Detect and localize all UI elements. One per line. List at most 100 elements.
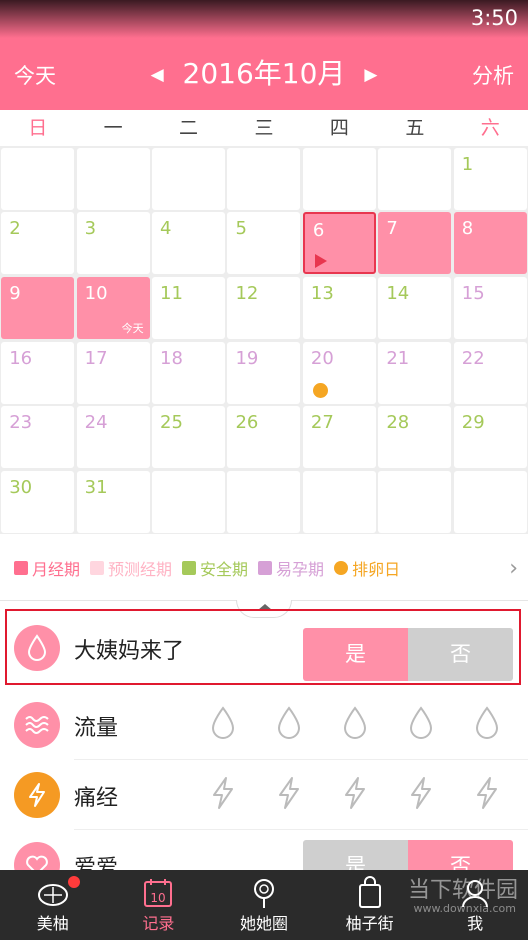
calendar-grid: 1 2 3 4 5 6 7 8 9 10 今天 11 12 13 14 15 16 17 18 19 20 21 22 23 2… bbox=[0, 146, 528, 534]
calendar-day-21[interactable]: 21 bbox=[378, 341, 452, 404]
day-number: 1 bbox=[461, 153, 474, 175]
lightning-outline-icon[interactable] bbox=[342, 776, 368, 814]
day-number: 16 bbox=[9, 347, 33, 369]
drop-outline-icon[interactable] bbox=[474, 706, 500, 744]
calendar-day-30[interactable]: 30 bbox=[1, 471, 75, 533]
calendar-day-25[interactable]: 25 bbox=[152, 406, 226, 469]
calendar-day-28[interactable]: 28 bbox=[378, 406, 452, 469]
calendar-empty-cell bbox=[152, 147, 226, 210]
lollipop-icon bbox=[247, 876, 281, 910]
tab-calendar[interactable]: 10 记录 bbox=[106, 870, 212, 940]
calendar-day-2[interactable]: 2 bbox=[1, 212, 75, 275]
day-number: 30 bbox=[9, 477, 33, 498]
calendar-day-15[interactable]: 15 bbox=[453, 276, 527, 339]
day-number: 4 bbox=[160, 218, 172, 240]
waves-icon bbox=[14, 702, 60, 748]
lightning-outline-icon[interactable] bbox=[408, 776, 434, 814]
legend-label: 月经期 bbox=[32, 560, 81, 579]
day-number: 9 bbox=[9, 282, 21, 304]
day-number: 7 bbox=[386, 218, 398, 240]
calendar-day-26[interactable]: 26 bbox=[227, 406, 301, 469]
day-number: 11 bbox=[160, 282, 183, 304]
calendar-icon: 10 bbox=[141, 876, 175, 910]
prev-month-icon[interactable]: ◀ bbox=[151, 65, 164, 85]
calendar-day-31[interactable]: 31 bbox=[76, 471, 150, 533]
calendar-day-23[interactable]: 23 bbox=[1, 406, 75, 469]
highlight-box bbox=[5, 609, 521, 685]
calendar-day-13[interactable]: 13 bbox=[302, 276, 376, 339]
day-number: 17 bbox=[84, 347, 108, 369]
month-title: 2016年10月 bbox=[182, 57, 346, 90]
calendar-day-14[interactable]: 14 bbox=[378, 276, 452, 339]
calendar-day-11[interactable]: 11 bbox=[152, 276, 226, 339]
calendar-day-9[interactable]: 9 bbox=[1, 276, 75, 339]
calendar-day-17[interactable]: 17 bbox=[76, 341, 150, 404]
lightning-outline-icon[interactable] bbox=[210, 776, 236, 814]
calendar-empty-cell bbox=[302, 147, 376, 210]
chevron-right-icon[interactable]: › bbox=[509, 556, 518, 581]
weekday-label: 五 bbox=[405, 117, 425, 139]
day-number: 14 bbox=[386, 282, 410, 304]
pain-levels bbox=[190, 760, 520, 830]
period-start-icon bbox=[314, 254, 327, 269]
legend-swatch bbox=[258, 561, 273, 575]
drop-outline-icon[interactable] bbox=[342, 706, 368, 744]
calendar-day-19[interactable]: 19 bbox=[227, 341, 301, 404]
day-number: 31 bbox=[84, 477, 108, 498]
tab-meiyou[interactable]: 美柚 bbox=[0, 870, 106, 940]
calendar-empty-cell bbox=[227, 147, 301, 210]
tab-label: 她她圈 bbox=[239, 914, 288, 933]
legend-label: 预测经期 bbox=[108, 560, 173, 579]
legend-item: 易孕期 bbox=[258, 556, 324, 580]
tab-shopping-bag[interactable]: 柚子街 bbox=[317, 870, 423, 940]
weekday-header: 日一二三四五六 bbox=[0, 110, 528, 146]
drop-outline-icon[interactable] bbox=[276, 706, 302, 744]
drop-outline-icon[interactable] bbox=[210, 706, 236, 744]
calendar-day-16[interactable]: 16 bbox=[1, 341, 75, 404]
calendar-day-4[interactable]: 4 bbox=[152, 212, 226, 275]
day-number: 25 bbox=[160, 412, 183, 434]
status-time: 3:50 bbox=[470, 6, 518, 30]
drop-outline-icon[interactable] bbox=[408, 706, 434, 744]
calendar-day-10[interactable]: 10 今天 bbox=[76, 276, 150, 339]
day-number: 21 bbox=[386, 347, 410, 369]
tab-lollipop[interactable]: 她她圈 bbox=[211, 870, 317, 940]
analysis-button[interactable]: 分析 bbox=[472, 60, 514, 90]
day-number: 28 bbox=[386, 412, 410, 434]
tab-label: 柚子街 bbox=[345, 914, 394, 933]
calendar-day-29[interactable]: 29 bbox=[453, 406, 527, 469]
calendar-day-6[interactable]: 6 bbox=[302, 212, 376, 275]
lightning-outline-icon[interactable] bbox=[474, 776, 500, 814]
flow-label: 流量 bbox=[74, 716, 119, 741]
legend-label: 排卵日 bbox=[352, 560, 401, 579]
next-month-icon[interactable]: ▶ bbox=[364, 65, 377, 85]
day-number: 24 bbox=[84, 412, 108, 434]
calendar-day-24[interactable]: 24 bbox=[76, 406, 150, 469]
weekday-label: 六 bbox=[480, 117, 500, 139]
calendar-day-1[interactable]: 1 bbox=[453, 147, 527, 210]
flow-levels bbox=[190, 690, 520, 760]
legend-item: 排卵日 bbox=[334, 556, 400, 580]
calendar-day-8[interactable]: 8 bbox=[453, 212, 527, 275]
calendar-day-20[interactable]: 20 bbox=[302, 341, 376, 404]
calendar-empty-cell bbox=[76, 147, 150, 210]
calendar-day-12[interactable]: 12 bbox=[227, 276, 301, 339]
calendar-day-18[interactable]: 18 bbox=[152, 341, 226, 404]
calendar-day-7[interactable]: 7 bbox=[378, 212, 452, 275]
day-number: 18 bbox=[160, 347, 183, 369]
watermark: 当下软件园 bbox=[407, 878, 518, 903]
calendar-empty-cell bbox=[378, 471, 452, 533]
day-number: 5 bbox=[235, 218, 247, 240]
calendar-day-27[interactable]: 27 bbox=[302, 406, 376, 469]
calendar-icon-day: 10 bbox=[151, 891, 166, 905]
weekday-label: 四 bbox=[329, 117, 349, 139]
calendar-empty-cell bbox=[152, 471, 226, 533]
legend-swatch bbox=[334, 561, 349, 575]
calendar-day-22[interactable]: 22 bbox=[453, 341, 527, 404]
calendar-day-3[interactable]: 3 bbox=[76, 212, 150, 275]
legend-item: 月经期 bbox=[14, 556, 80, 580]
calendar-day-5[interactable]: 5 bbox=[227, 212, 301, 275]
notification-badge bbox=[67, 876, 80, 888]
weekday-label: 三 bbox=[254, 117, 274, 139]
lightning-outline-icon[interactable] bbox=[276, 776, 302, 814]
